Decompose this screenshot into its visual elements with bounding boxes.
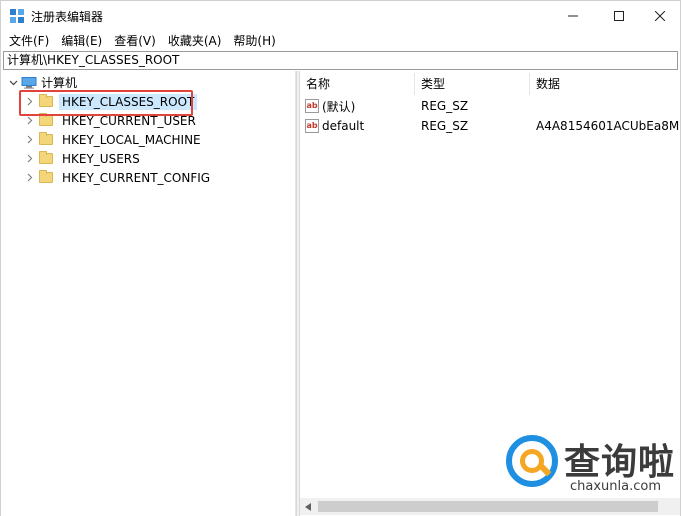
registry-editor-window: 注册表编辑器 文件(F) 编辑(E) 查看(V) 收藏夹(A) 帮助(H) 计算… bbox=[0, 0, 681, 516]
menu-favorites[interactable]: 收藏夹(A) bbox=[162, 32, 228, 50]
menu-view[interactable]: 查看(V) bbox=[108, 32, 162, 50]
menu-bar: 文件(F) 编辑(E) 查看(V) 收藏夹(A) 帮助(H) bbox=[1, 31, 680, 51]
value-type: REG_SZ bbox=[421, 99, 469, 113]
minimize-button[interactable] bbox=[550, 1, 596, 31]
close-icon bbox=[655, 11, 665, 21]
registry-editor-icon bbox=[10, 9, 24, 23]
key-tree-pane[interactable]: 计算机 HKEY_CLASSES_ROOT HKEY_CURRENT_USER … bbox=[1, 71, 296, 516]
folder-icon bbox=[39, 132, 53, 145]
title-bar[interactable]: 注册表编辑器 bbox=[1, 1, 680, 31]
value-type: REG_SZ bbox=[421, 119, 469, 133]
list-item[interactable]: ab (默认) REG_SZ bbox=[300, 96, 680, 116]
chevron-down-icon[interactable] bbox=[7, 77, 19, 89]
tree-item-hkey-local-machine[interactable]: HKEY_LOCAL_MACHINE bbox=[23, 130, 201, 149]
menu-file[interactable]: 文件(F) bbox=[3, 32, 55, 50]
column-header-data[interactable]: 数据 bbox=[530, 73, 680, 95]
watermark-text: 查询啦 bbox=[564, 442, 676, 483]
string-value-icon: ab bbox=[305, 119, 319, 133]
tree-item-hkey-current-config[interactable]: HKEY_CURRENT_CONFIG bbox=[23, 168, 210, 187]
menu-edit[interactable]: 编辑(E) bbox=[55, 32, 108, 50]
horizontal-scrollbar[interactable] bbox=[300, 498, 680, 515]
tree-item-hkey-users[interactable]: HKEY_USERS bbox=[23, 149, 140, 168]
tree-item-label: 计算机 bbox=[41, 76, 78, 90]
watermark-url: chaxunla.com bbox=[570, 479, 661, 494]
tree-item-label: HKEY_LOCAL_MACHINE bbox=[62, 132, 201, 147]
window-title: 注册表编辑器 bbox=[31, 10, 104, 24]
value-data: A4A8154601ACUbEa8Mm bbox=[536, 119, 680, 133]
watermark-logo: 查询啦 chaxunla.com bbox=[506, 431, 676, 499]
list-item[interactable]: ab default REG_SZ A4A8154601ACUbEa8Mm bbox=[300, 116, 680, 136]
chevron-right-icon[interactable] bbox=[23, 172, 35, 184]
chevron-right-icon[interactable] bbox=[23, 134, 35, 146]
scrollbar-thumb[interactable] bbox=[318, 501, 658, 512]
column-header-name[interactable]: 名称 bbox=[300, 73, 415, 95]
maximize-icon bbox=[614, 11, 624, 21]
maximize-button[interactable] bbox=[596, 1, 642, 31]
tree-item-label: HKEY_USERS bbox=[62, 151, 140, 166]
value-name: (默认) bbox=[322, 99, 356, 114]
minimize-icon bbox=[568, 15, 578, 17]
close-button[interactable] bbox=[637, 1, 681, 31]
tree-item-label: HKEY_CURRENT_CONFIG bbox=[62, 170, 211, 185]
folder-icon bbox=[39, 170, 53, 183]
folder-icon bbox=[39, 113, 53, 126]
column-header-type[interactable]: 类型 bbox=[415, 73, 530, 95]
value-name: default bbox=[322, 119, 365, 133]
chevron-right-icon[interactable] bbox=[23, 115, 35, 127]
string-value-icon: ab bbox=[305, 99, 319, 113]
address-bar[interactable]: 计算机\HKEY_CLASSES_ROOT bbox=[3, 51, 678, 70]
folder-icon bbox=[39, 151, 53, 164]
scroll-left-icon[interactable] bbox=[302, 500, 315, 513]
chevron-right-icon[interactable] bbox=[23, 153, 35, 165]
computer-icon bbox=[21, 76, 37, 89]
annotation-highlight-box bbox=[19, 90, 193, 116]
list-header: 名称 类型 数据 bbox=[300, 73, 680, 95]
menu-help[interactable]: 帮助(H) bbox=[227, 32, 281, 50]
